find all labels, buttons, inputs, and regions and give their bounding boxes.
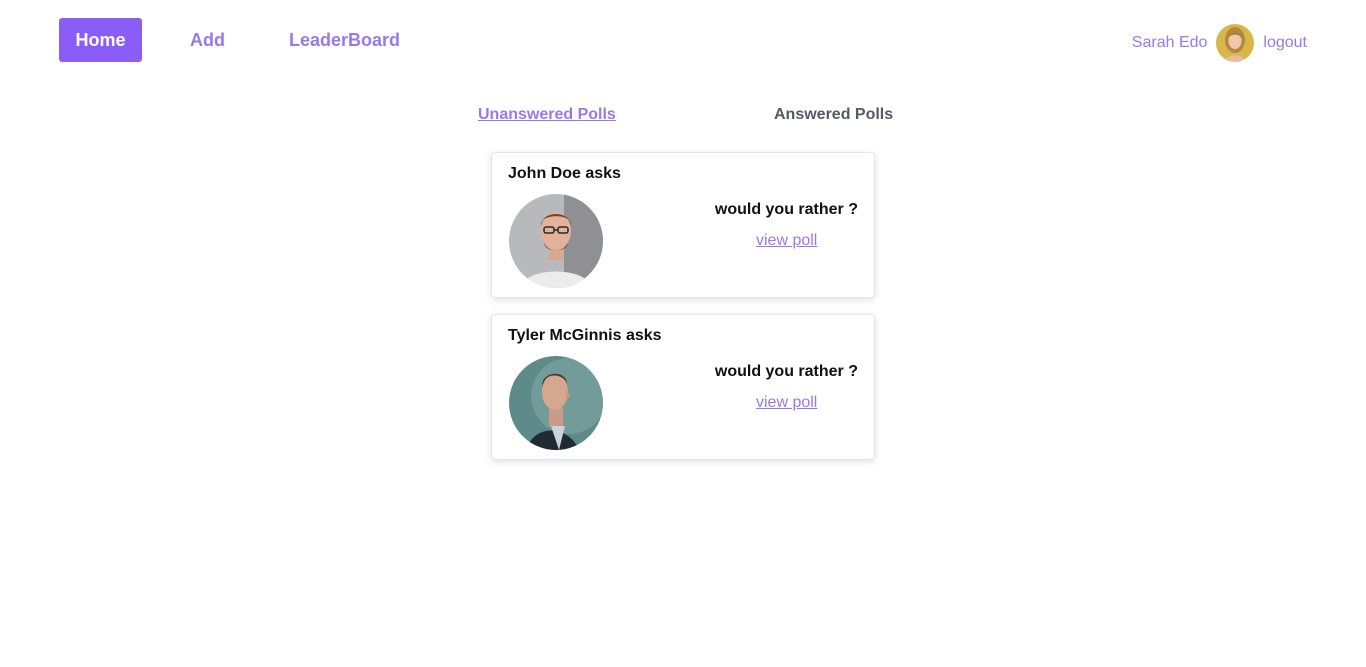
user-area: Sarah Edo logout (1132, 24, 1307, 62)
asker-avatar (509, 194, 603, 288)
view-poll-link[interactable]: view poll (756, 232, 817, 250)
poll-question: would you rather ? (714, 363, 858, 380)
poll-tabs: Unanswered Polls Answered Polls (0, 106, 1366, 128)
top-navigation: Home Add LeaderBoard Sarah Edo logout (0, 0, 1366, 80)
user-avatar (1216, 24, 1255, 62)
view-poll-link[interactable]: view poll (756, 394, 817, 412)
poll-asker: John Doe asks (508, 165, 621, 182)
tab-answered-polls[interactable]: Answered Polls (774, 106, 893, 124)
asker-avatar (509, 356, 603, 450)
poll-question: would you rather ? (714, 201, 858, 218)
nav-home-button[interactable]: Home (59, 18, 142, 62)
poll-asker: Tyler McGinnis asks (508, 327, 662, 344)
user-name: Sarah Edo (1131, 34, 1208, 51)
nav-leaderboard-link[interactable]: LeaderBoard (289, 18, 400, 62)
poll-card: John Doe asks would you rather ? view po… (491, 152, 875, 298)
nav-add-link[interactable]: Add (190, 18, 225, 62)
tab-unanswered-polls[interactable]: Unanswered Polls (478, 106, 616, 124)
poll-card: Tyler McGinnis asks would you rather ? v… (491, 314, 875, 460)
logout-link[interactable]: logout (1263, 34, 1307, 52)
